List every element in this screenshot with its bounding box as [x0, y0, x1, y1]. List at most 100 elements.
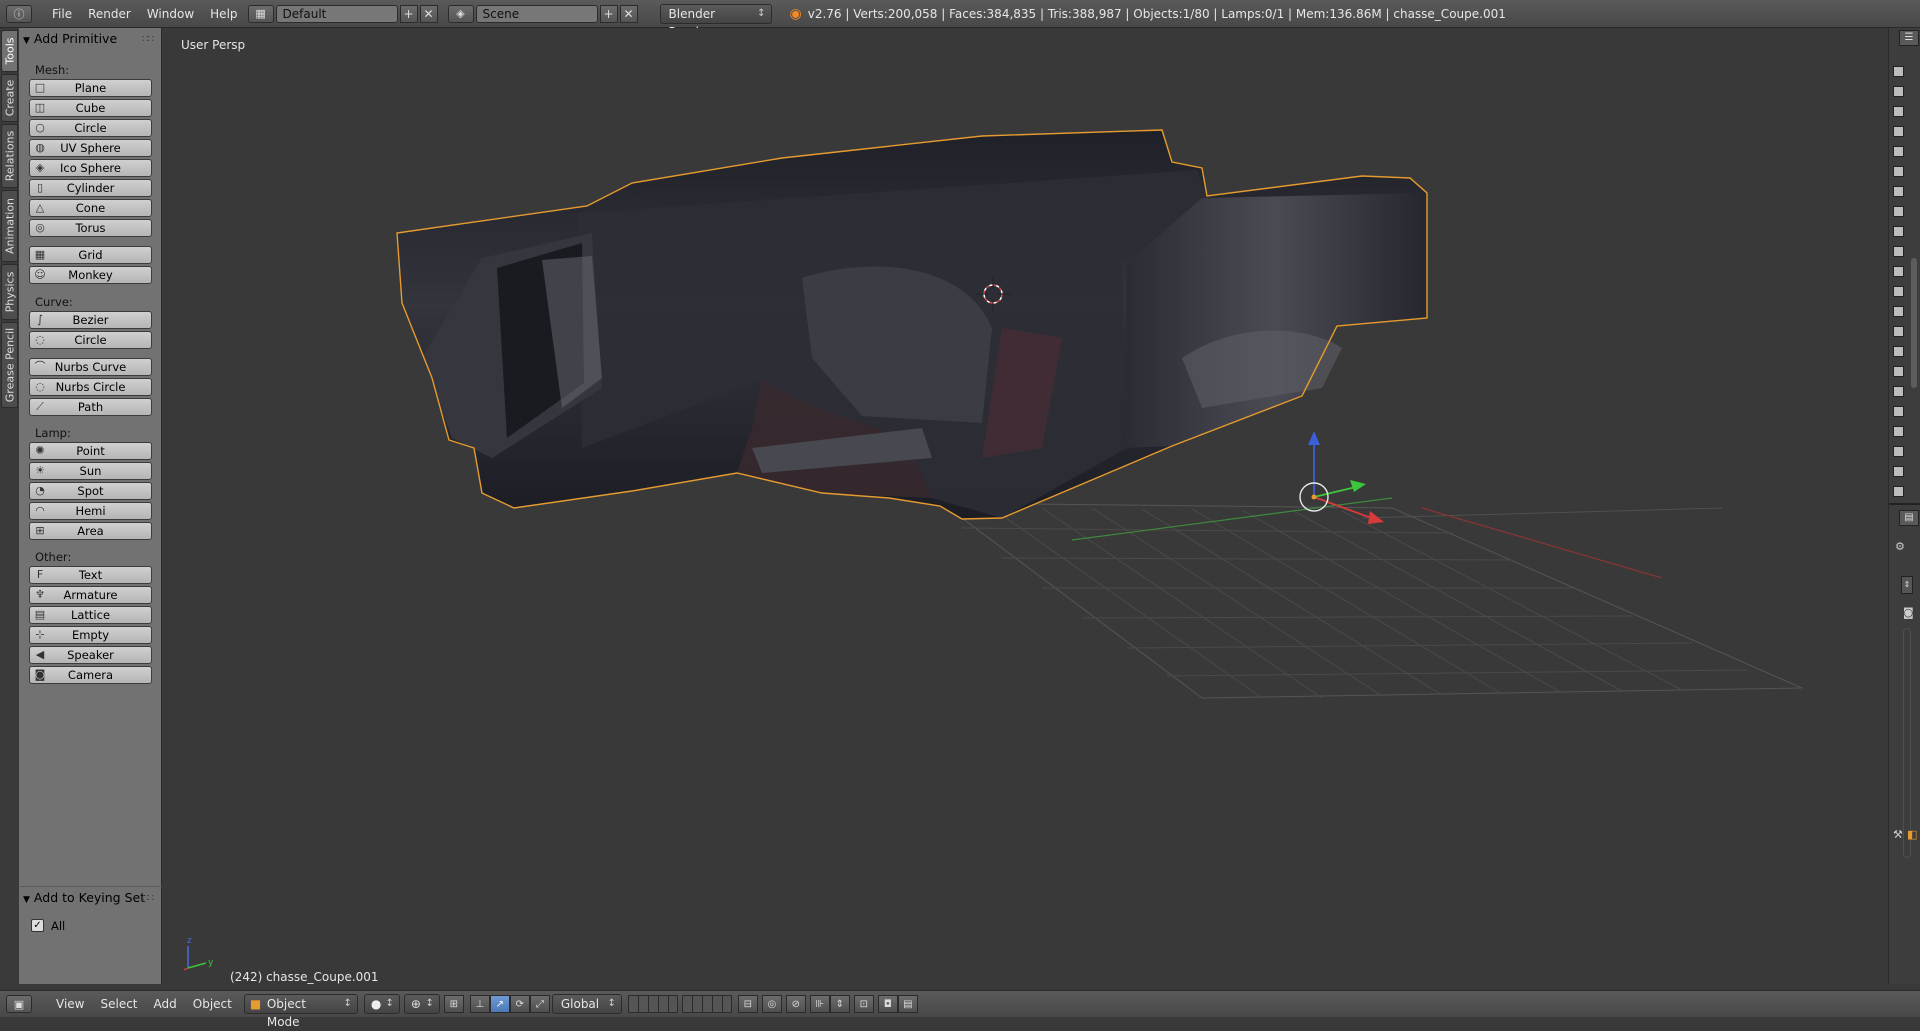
snap-toggle-icon[interactable]: ⊘ [785, 995, 806, 1013]
add-spot-lamp-button[interactable]: ◔ Spot [29, 482, 152, 500]
scale-tool-icon[interactable]: ⤢ [529, 995, 550, 1013]
delete-scene-button[interactable]: ✕ [619, 4, 638, 23]
outliner-editor-icon[interactable]: ☰ [1899, 30, 1919, 46]
menu-add[interactable]: Add [146, 997, 185, 1011]
proportional-edit-icon[interactable]: ◎ [761, 995, 782, 1013]
add-speaker-button[interactable]: ◀ Speaker [29, 646, 152, 664]
3d-viewport[interactable]: User Persp z y (242) chasse_Coupe.001 [162, 28, 1888, 984]
add-scene-button[interactable]: + [599, 4, 618, 23]
rotate-manipulator-icon[interactable]: ↗ [489, 995, 510, 1013]
menu-help[interactable]: Help [202, 7, 245, 21]
keying-set-panel-header[interactable]: ▼ Add to Keying Set [23, 890, 145, 905]
render-visibility-icon[interactable] [1893, 446, 1904, 457]
add-layout-button[interactable]: + [399, 4, 418, 23]
translate-manipulator-icon[interactable]: ⊥ [469, 995, 490, 1013]
delete-layout-button[interactable]: ✕ [419, 4, 438, 23]
opengl-render-icon[interactable]: ◘ [877, 995, 898, 1013]
render-visibility-icon[interactable] [1893, 306, 1904, 317]
add-plane-button[interactable]: □ Plane [29, 79, 152, 97]
add-armature-button[interactable]: ♆ Armature [29, 586, 152, 604]
render-visibility-icon[interactable] [1893, 126, 1904, 137]
add-cube-button[interactable]: ◫ Cube [29, 99, 152, 117]
add-bezier-button[interactable]: ∫ Bezier [29, 311, 152, 329]
properties-divider[interactable] [1889, 503, 1920, 505]
add-bezier-circle-button[interactable]: ◌ Circle [29, 331, 152, 349]
menu-select[interactable]: Select [92, 997, 145, 1011]
tab-animation[interactable]: Animation [1, 190, 18, 262]
transform-orientation-dropdown[interactable]: Global [551, 994, 622, 1014]
tab-relations[interactable]: Relations [1, 124, 18, 188]
keying-all-checkbox[interactable]: ✓ [31, 919, 44, 932]
add-nurbs-circle-button[interactable]: ◌ Nurbs Circle [29, 378, 152, 396]
add-hemi-lamp-button[interactable]: ◠ Hemi [29, 502, 152, 520]
snap-element-icon[interactable]: ⊪ [809, 995, 830, 1013]
layers-grid-1[interactable] [627, 995, 678, 1013]
tab-create[interactable]: Create [1, 74, 18, 122]
snap-target-icon[interactable]: ⇕ [829, 995, 850, 1013]
render-visibility-icon[interactable] [1893, 466, 1904, 477]
add-sun-lamp-button[interactable]: ☀ Sun [29, 462, 152, 480]
properties-scrollbar[interactable] [1903, 628, 1911, 858]
viewport-shading-dropdown[interactable]: ● [363, 994, 400, 1014]
render-visibility-icon[interactable] [1893, 66, 1904, 77]
menu-object[interactable]: Object [185, 997, 240, 1011]
tab-tools[interactable]: Tools [1, 30, 18, 72]
viewport-canvas[interactable]: z y [162, 28, 1888, 984]
render-visibility-icon[interactable] [1893, 266, 1904, 277]
render-visibility-icon[interactable] [1893, 86, 1904, 97]
menu-window[interactable]: Window [139, 7, 202, 21]
render-visibility-icon[interactable] [1893, 426, 1904, 437]
add-empty-button[interactable]: ⊹ Empty [29, 626, 152, 644]
modifier-icon[interactable]: ⚒ [1893, 828, 1907, 842]
pivot-point-dropdown[interactable]: ⊕ [403, 994, 440, 1014]
render-visibility-icon[interactable] [1893, 346, 1904, 357]
scale-manipulator-icon[interactable]: ⟳ [509, 995, 530, 1013]
editor-type-info-icon[interactable]: ⓘ [6, 4, 32, 23]
mesh-object-chasse-coupe[interactable] [396, 129, 1428, 520]
render-visibility-icon[interactable] [1893, 286, 1904, 297]
render-visibility-icon[interactable] [1893, 406, 1904, 417]
object-data-icon[interactable]: ◧ [1907, 828, 1920, 842]
layers-grid-2[interactable] [681, 995, 732, 1013]
render-properties-icon[interactable]: ⚙ [1895, 540, 1909, 554]
add-primitive-panel-header[interactable]: ▼ Add Primitive [23, 31, 117, 46]
scene-icon[interactable]: ◈ [447, 4, 474, 23]
add-torus-button[interactable]: ◎ Torus [29, 219, 152, 237]
add-uv-sphere-button[interactable]: ◍ UV Sphere [29, 139, 152, 157]
add-grid-button[interactable]: ▦ Grid [29, 246, 152, 264]
add-camera-button[interactable]: ◙ Camera [29, 666, 152, 684]
panel-grip-icon[interactable]: ∷∷ [142, 893, 154, 904]
add-monkey-button[interactable]: ☺ Monkey [29, 266, 152, 284]
add-text-button[interactable]: F Text [29, 566, 152, 584]
screen-layout-icon[interactable]: ▦ [247, 4, 274, 23]
add-area-lamp-button[interactable]: ⊞ Area [29, 522, 152, 540]
add-nurbs-curve-button[interactable]: ⌒ Nurbs Curve [29, 358, 152, 376]
editor-type-3d-view-icon[interactable]: ▣ [6, 995, 32, 1013]
render-visibility-icon[interactable] [1893, 246, 1904, 257]
lock-layers-icon[interactable]: ⊟ [737, 995, 758, 1013]
render-visibility-icon[interactable] [1893, 486, 1904, 497]
properties-editor-icon[interactable]: ▤ [1899, 510, 1919, 526]
transform-manipulator[interactable] [1299, 431, 1384, 524]
add-lattice-button[interactable]: ▤ Lattice [29, 606, 152, 624]
render-visibility-icon[interactable] [1893, 226, 1904, 237]
add-circle-button[interactable]: ○ Circle [29, 119, 152, 137]
render-visibility-icon[interactable] [1893, 106, 1904, 117]
tab-physics[interactable]: Physics [1, 264, 18, 320]
outliner-scrollbar[interactable] [1911, 258, 1917, 388]
properties-scroll-icon[interactable]: ⇕ [1901, 576, 1913, 594]
screen-layout-field[interactable]: Default [275, 4, 398, 23]
render-visibility-icon[interactable] [1893, 366, 1904, 377]
tab-grease-pencil[interactable]: Grease Pencil [1, 322, 18, 408]
opengl-render-animation-icon[interactable]: ▤ [897, 995, 918, 1013]
render-visibility-icon[interactable] [1893, 186, 1904, 197]
add-point-lamp-button[interactable]: ✺ Point [29, 442, 152, 460]
add-cylinder-button[interactable]: ▯ Cylinder [29, 179, 152, 197]
render-visibility-icon[interactable] [1893, 386, 1904, 397]
menu-render[interactable]: Render [80, 7, 139, 21]
add-ico-sphere-button[interactable]: ◈ Ico Sphere [29, 159, 152, 177]
add-cone-button[interactable]: △ Cone [29, 199, 152, 217]
interaction-mode-dropdown[interactable]: ■ Object Mode [243, 994, 358, 1029]
menu-view[interactable]: View [48, 997, 92, 1011]
camera-properties-icon[interactable]: ◙ [1903, 606, 1917, 620]
